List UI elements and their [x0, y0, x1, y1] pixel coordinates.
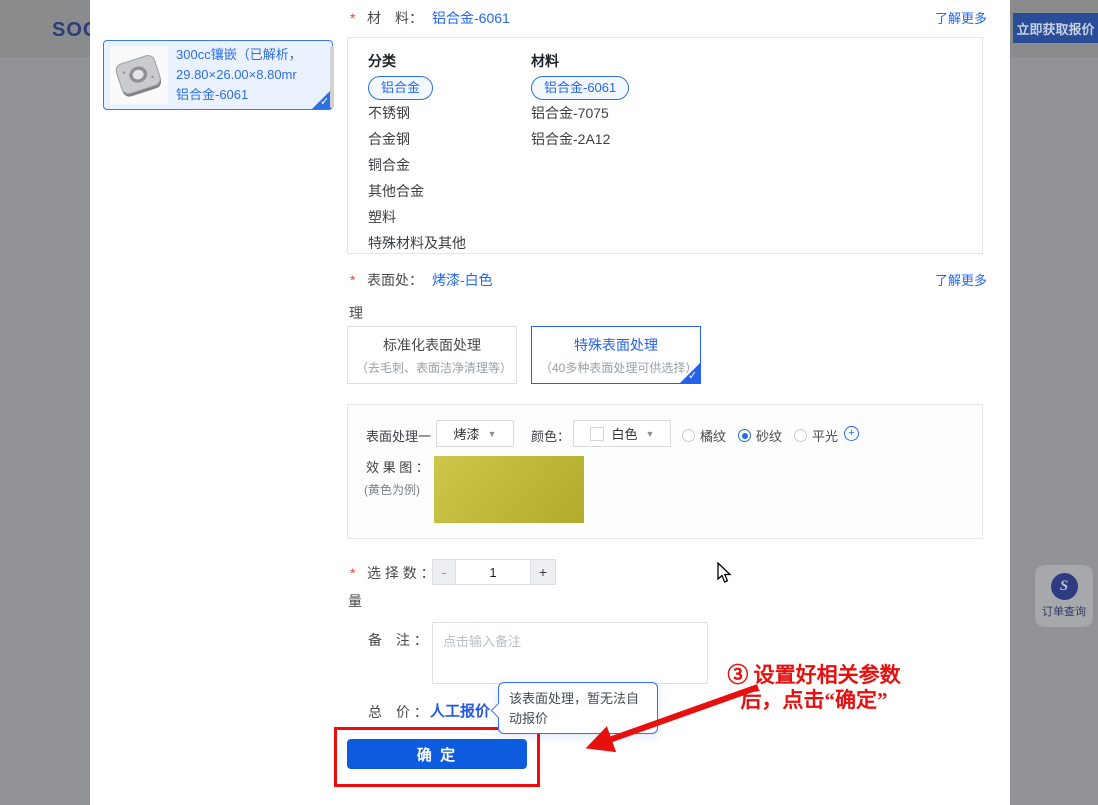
quantity-minus-button[interactable]: - [432, 559, 456, 585]
part-thumbnail [110, 46, 168, 104]
annotation-text: ③ 设置好相关参数 后，点击“确定” [686, 663, 942, 713]
radio-circle-icon [682, 429, 695, 442]
color-select-value: 白色 [612, 424, 638, 443]
chevron-down-icon: ▼ [646, 429, 655, 439]
effect-image-note: (黄色为例) [364, 481, 420, 498]
material-picker-panel: 分类 铝合金 不锈钢 合金钢 铜合金 其他合金 塑料 特殊材料及其他 材料 铝合… [347, 37, 983, 254]
part-title: 300cc镶嵌（已解析， [176, 45, 302, 65]
special-surface-desc: （40多种表面处理可供选择） [540, 359, 692, 377]
get-quote-button[interactable]: 立即获取报价 [1013, 13, 1098, 43]
part-list-item[interactable]: 300cc镶嵌（已解析， 29.80×26.00×8.80mr 铝合金-6061… [103, 40, 333, 110]
category-option[interactable]: 不锈钢 [368, 100, 531, 126]
chevron-down-icon: ▼ [488, 429, 497, 439]
standard-surface-card[interactable]: 标准化表面处理 （去毛刺、表面洁净清理等） [347, 326, 517, 384]
special-surface-card[interactable]: 特殊表面处理 （40多种表面处理可供选择） ✓ [531, 326, 701, 384]
material-value: 铝合金-6061 [432, 8, 510, 28]
category-option[interactable]: 特殊材料及其他 [368, 230, 531, 256]
effect-sample-image [434, 456, 584, 523]
part-info: 300cc镶嵌（已解析， 29.80×26.00×8.80mr 铝合金-6061 [176, 45, 302, 105]
surface-options-panel: 表面处理一 ： 烤漆 ▼ 颜色： 白色 ▼ 橘纹 砂纹 平光 + 效 果 图 ：… [347, 404, 983, 539]
add-more-icon[interactable]: + [844, 426, 859, 441]
quantity-label-line1: 选 择 数 ： [367, 563, 435, 583]
surface-label-line2: 理 [349, 303, 363, 323]
special-surface-title: 特殊表面处理 [532, 335, 700, 355]
radio-circle-icon [738, 429, 751, 442]
color-swatch-white [590, 427, 604, 441]
color-label: 颜色： [531, 426, 570, 445]
process-select-value: 烤漆 [454, 424, 480, 443]
part-material: 铝合金-6061 [176, 85, 302, 105]
order-query-label: 订单查询 [1042, 603, 1086, 619]
category-option-selected[interactable]: 铝合金 [368, 76, 433, 100]
radio-circle-icon [794, 429, 807, 442]
material-option-selected[interactable]: 铝合金-6061 [531, 76, 629, 100]
category-option[interactable]: 铜合金 [368, 152, 531, 178]
standard-surface-desc: （去毛刺、表面洁净清理等） [356, 359, 508, 377]
material-option[interactable]: 铝合金-7075 [531, 100, 629, 126]
page-overlay-left [0, 0, 90, 805]
process-select[interactable]: 烤漆 ▼ [436, 420, 514, 447]
surface-label-line1: 表面处： [367, 270, 423, 290]
part-config-modal: 300cc镶嵌（已解析， 29.80×26.00×8.80mr 铝合金-6061… [90, 0, 1010, 805]
remark-textarea[interactable] [432, 622, 708, 684]
texture-radio-sand[interactable]: 砂纹 [738, 426, 782, 445]
order-query-icon: S [1051, 573, 1078, 600]
required-asterisk: * [350, 565, 355, 581]
required-asterisk: * [350, 272, 355, 288]
remark-label: 备 注 ： [368, 630, 428, 650]
texture-radio-flat[interactable]: 平光 [794, 426, 838, 445]
price-label: 总 价 ： [368, 702, 428, 722]
category-column-header: 分类 [368, 48, 531, 74]
effect-image-label: 效 果 图 ： [366, 457, 429, 476]
page-overlay-right [1010, 0, 1098, 805]
standard-surface-title: 标准化表面处理 [348, 335, 516, 355]
quantity-stepper: - + [432, 559, 556, 585]
quantity-input[interactable] [456, 559, 530, 585]
material-column-header: 材料 [531, 48, 629, 74]
material-learn-more-link[interactable]: 了解更多 [935, 8, 995, 27]
surface-learn-more-link[interactable]: 了解更多 [935, 270, 995, 289]
category-option[interactable]: 合金钢 [368, 126, 531, 152]
confirm-button[interactable]: 确 定 [347, 739, 527, 769]
surface-value: 烤漆-白色 [432, 270, 493, 290]
category-option[interactable]: 其他合金 [368, 178, 531, 204]
quantity-plus-button[interactable]: + [530, 559, 556, 585]
order-query-widget[interactable]: S 订单查询 [1035, 565, 1093, 627]
price-value: 人工报价 [430, 700, 490, 721]
selected-check-icon: ✓ [679, 362, 701, 384]
required-asterisk: * [350, 10, 355, 26]
category-option[interactable]: 塑料 [368, 204, 531, 230]
material-label: 材 料： [367, 8, 423, 28]
part-list-scrollbar[interactable] [330, 46, 334, 108]
material-option[interactable]: 铝合金-2A12 [531, 126, 629, 152]
quantity-label-line2: 量 [348, 591, 362, 611]
texture-radio-orange[interactable]: 橘纹 [682, 426, 726, 445]
color-select[interactable]: 白色 ▼ [573, 420, 671, 447]
part-3d-preview-icon [110, 46, 168, 104]
price-tooltip: 该表面处理，暂无法自动报价 [498, 682, 658, 734]
part-dimensions: 29.80×26.00×8.80mr [176, 65, 302, 85]
